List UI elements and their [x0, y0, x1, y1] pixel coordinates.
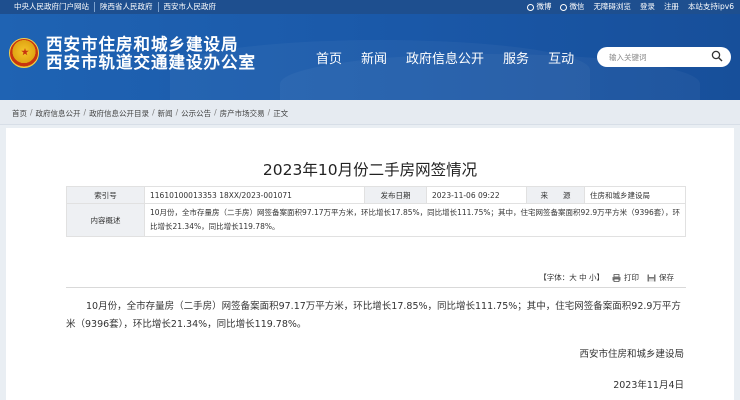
search-input[interactable]: 输入关键词 — [597, 47, 731, 67]
gov-link-xian[interactable]: 西安市人民政府 — [159, 2, 222, 12]
gov-link-central[interactable]: 中央人民政府门户网站 — [14, 2, 95, 12]
article-meta-table: 索引号 11610100013353 18XX/2023-001071 发布日期… — [66, 186, 686, 237]
print-button[interactable]: 打印 — [612, 272, 639, 283]
accessibility-label: 无障碍浏览 — [593, 2, 631, 11]
site-title-line2: 西安市轨道交通建设办公室 — [46, 53, 256, 72]
article-signature: 西安市住房和城乡建设局 — [579, 349, 684, 360]
meta-date-label: 发布日期 — [364, 186, 427, 204]
breadcrumb-item[interactable]: 政府信息公开 — [36, 108, 81, 119]
breadcrumb-current: 正文 — [273, 109, 289, 118]
breadcrumb-item[interactable]: 房产市场交易 — [220, 108, 265, 119]
save-label: 保存 — [659, 273, 674, 282]
login-link[interactable]: 登录 — [640, 2, 655, 12]
meta-summary-label: 内容概述 — [66, 203, 145, 237]
ipv6-note: 本站支持ipv6 — [688, 2, 734, 12]
printer-icon — [612, 273, 621, 282]
divider — [66, 287, 686, 288]
breadcrumb-item[interactable]: 新闻 — [158, 108, 173, 119]
wechat-link[interactable]: 微信 — [560, 2, 584, 12]
article-body: 10月份，全市存量房（二手房）网签备案面积97.17万平方米，环比增长17.85… — [66, 301, 681, 330]
article-date: 2023年11月4日 — [613, 380, 684, 391]
nav-interaction[interactable]: 互动 — [548, 52, 574, 68]
register-label: 注册 — [663, 2, 679, 11]
main-nav: 首页 新闻 政府信息公开 服务 互动 — [316, 52, 593, 68]
national-emblem-icon — [9, 38, 39, 68]
wechat-label: 微信 — [569, 2, 585, 11]
site-header: 西安市住房和城乡建设局 西安市轨道交通建设办公室 首页 新闻 政府信息公开 服务… — [0, 14, 740, 100]
accessibility-link[interactable]: 无障碍浏览 — [593, 2, 631, 12]
breadcrumb-item[interactable]: 公示公告 — [181, 108, 211, 119]
article-title: 2023年10月份二手房网签情况 — [262, 161, 478, 179]
meta-source-label: 来 源 — [526, 186, 585, 204]
top-link-bar: 中央人民政府门户网站 陕西省人民政府 西安市人民政府 微博 微信 无障碍浏览 登… — [0, 0, 740, 14]
meta-date-value: 2023-11-06 09:22 — [426, 186, 527, 204]
breadcrumb-item[interactable]: 首页 — [12, 108, 27, 119]
login-label: 登录 — [639, 2, 655, 11]
print-label: 打印 — [624, 273, 639, 282]
weibo-label: 微博 — [536, 2, 552, 11]
article-card: 2023年10月份二手房网签情况 索引号 11610100013353 18XX… — [6, 128, 734, 400]
font-size-switch[interactable]: 【字体：大 中 小】 — [539, 272, 604, 283]
site-title[interactable]: 西安市住房和城乡建设局 西安市轨道交通建设办公室 — [46, 36, 256, 72]
search-placeholder: 输入关键词 — [609, 53, 647, 62]
nav-service[interactable]: 服务 — [503, 52, 529, 68]
gov-link-shaanxi[interactable]: 陕西省人民政府 — [95, 2, 159, 12]
meta-source-value: 住房和城乡建设局 — [584, 186, 686, 204]
meta-index-value: 11610100013353 18XX/2023-001071 — [144, 186, 365, 204]
nav-gov-info[interactable]: 政府信息公开 — [406, 52, 484, 68]
weibo-icon — [527, 3, 535, 11]
gov-links: 中央人民政府门户网站 陕西省人民政府 西安市人民政府 — [14, 2, 221, 12]
top-right-links: 微博 微信 无障碍浏览 登录 注册 本站支持ipv6 — [518, 2, 734, 12]
article-tools: 【字体：大 中 小】 打印 保存 — [539, 272, 674, 283]
register-link[interactable]: 注册 — [664, 2, 679, 12]
weibo-link[interactable]: 微博 — [527, 2, 551, 12]
ipv6-label: 本站支持ipv6 — [687, 2, 734, 11]
breadcrumb-item[interactable]: 政府信息公开目录 — [89, 108, 149, 119]
site-title-line1: 西安市住房和城乡建设局 — [46, 35, 239, 54]
meta-summary-value: 10月份，全市存量房（二手房）网签备案面积97.17万平方米，环比增长17.85… — [144, 203, 686, 237]
wechat-icon — [560, 3, 568, 11]
search-icon[interactable] — [711, 50, 723, 62]
save-icon — [647, 274, 656, 281]
nav-news[interactable]: 新闻 — [361, 52, 387, 68]
nav-home[interactable]: 首页 — [316, 52, 342, 68]
breadcrumb: 首页 / 政府信息公开 / 政府信息公开目录 / 新闻 / 公示公告 / 房产市场交易 / … — [0, 100, 740, 125]
save-button[interactable]: 保存 — [647, 272, 674, 283]
meta-index-label: 索引号 — [66, 186, 145, 204]
